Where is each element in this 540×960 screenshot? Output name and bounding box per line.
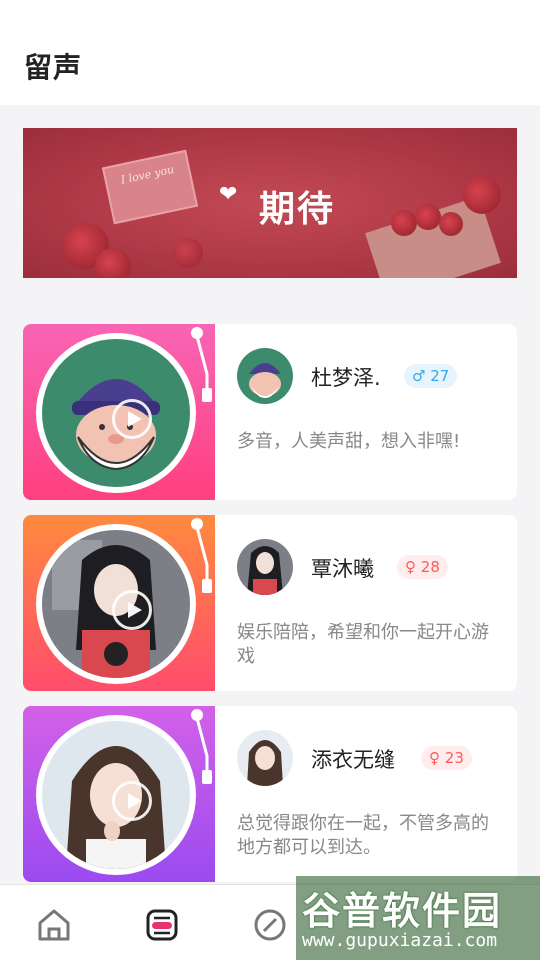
female-icon: ♀: [429, 749, 440, 767]
record-disc: [36, 524, 196, 684]
user-name: 覃沐曦: [311, 557, 374, 581]
gender-age-badge: ♀ 23: [421, 746, 472, 770]
play-icon[interactable]: [112, 399, 152, 439]
app-header: 留声: [0, 0, 540, 105]
play-icon[interactable]: [112, 590, 152, 630]
user-name: 杜梦泽.: [311, 366, 381, 390]
home-icon[interactable]: [34, 905, 74, 945]
age-label: 23: [444, 749, 464, 767]
tonearm-icon: [191, 324, 215, 414]
voice-card[interactable]: 杜梦泽. ♂ 27 多音，人美声甜，想入非嘿!: [23, 324, 517, 500]
letter-text: I love you: [119, 162, 176, 187]
love-letter-image: I love you: [101, 149, 199, 225]
user-description: 多音，人美声甜，想入非嘿!: [237, 431, 461, 452]
watermark-url: www.gupuxiazai.com: [302, 930, 498, 951]
record-panel: [23, 706, 215, 882]
record-disc: [36, 715, 196, 875]
heart-icon: ❤: [219, 182, 238, 207]
voice-icon[interactable]: [142, 905, 182, 945]
record-disc: [36, 333, 196, 493]
avatar[interactable]: [237, 348, 293, 404]
user-description: 总觉得跟你在一起，不管多高的地方都可以到达。: [237, 813, 489, 858]
user-name: 添衣无缝: [311, 748, 395, 772]
banner-text: 期待: [259, 189, 336, 230]
age-label: 27: [430, 367, 450, 385]
tonearm-icon: [191, 515, 215, 605]
male-icon: ♂: [412, 367, 426, 385]
gender-age-badge: ♂ 27: [404, 364, 458, 388]
discover-icon[interactable]: [250, 905, 290, 945]
promo-banner[interactable]: I love you ❤ 期待: [23, 128, 517, 278]
tonearm-icon: [191, 706, 215, 796]
voice-card[interactable]: 添衣无缝 ♀ 23 总觉得跟你在一起，不管多高的地方都可以到达。: [23, 706, 517, 882]
watermark: 谷普软件园 www.gupuxiazai.com: [296, 876, 540, 960]
play-icon[interactable]: [112, 781, 152, 821]
page-title: 留声: [24, 51, 83, 84]
gender-age-badge: ♀ 28: [397, 555, 448, 579]
user-description: 娱乐陪陪，希望和你一起开心游戏: [237, 622, 489, 667]
record-panel: [23, 515, 215, 691]
female-icon: ♀: [405, 558, 416, 576]
watermark-text: 谷普软件园: [302, 889, 503, 933]
avatar[interactable]: [237, 730, 293, 786]
record-panel: [23, 324, 215, 500]
age-label: 28: [420, 558, 440, 576]
avatar[interactable]: [237, 539, 293, 595]
voice-card[interactable]: 覃沐曦 ♀ 28 娱乐陪陪，希望和你一起开心游戏: [23, 515, 517, 691]
